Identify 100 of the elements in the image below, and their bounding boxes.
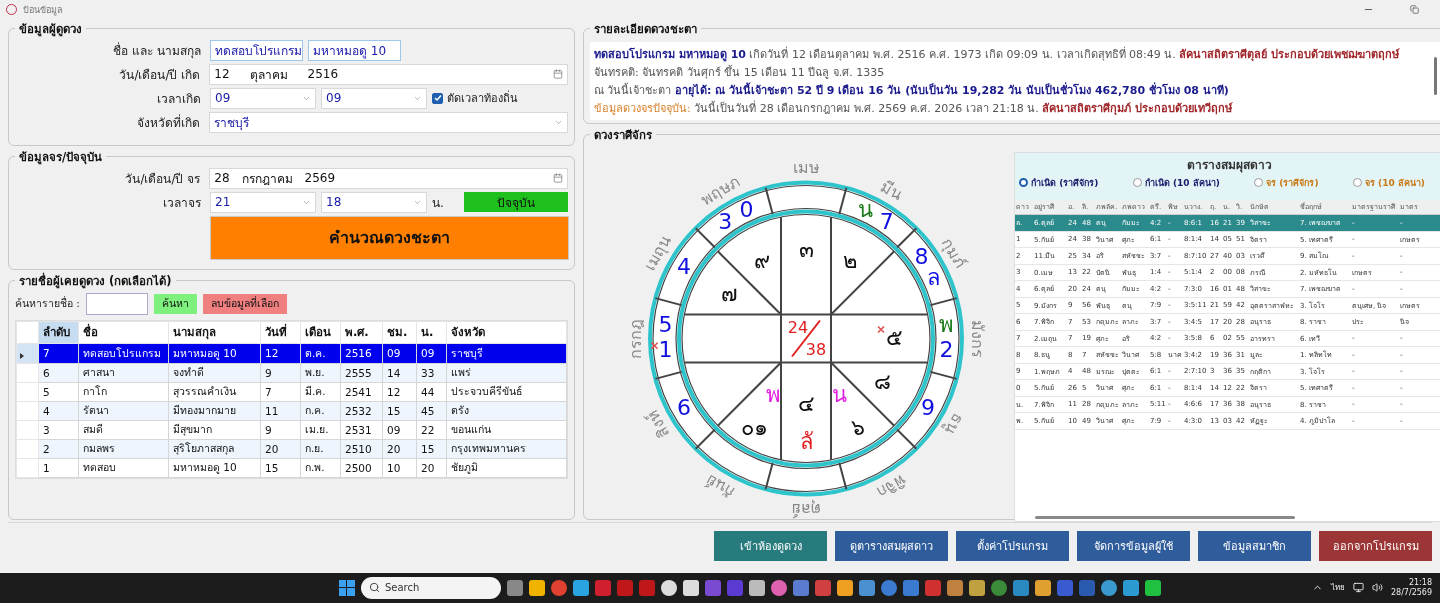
zodiac-label: ตุลย์ — [791, 499, 821, 519]
clock-time[interactable]: 21:18 — [1408, 577, 1432, 588]
column-header[interactable]: จังหวัด — [446, 321, 567, 344]
action-button[interactable]: ดูตารางสมผุสดาว — [835, 530, 948, 561]
house-mark: ๒ — [842, 247, 858, 273]
ring-mark: 9 — [921, 394, 936, 420]
app-icon[interactable] — [661, 579, 677, 596]
speaker-icon[interactable] — [1371, 582, 1383, 594]
search-field[interactable]: Search — [361, 576, 501, 599]
local-time-checkbox[interactable]: ตัดเวลาท้องถิ่น — [432, 89, 518, 108]
calculate-button[interactable]: คำนวณดวงชะตา — [210, 215, 569, 260]
province-combo[interactable]: ราชบุรี — [209, 111, 568, 133]
detail-line: ข้อมูลดวงจรปัจจุบัน: วันนี้เป็นวันที่ 28 เดือนกรกฎาคม พ.ศ. 2569 ค.ศ. 2026 เวลา 21:18 น. ลัคนาสถิตราศีกุมภ์ ประกอบด้วยเทวีฤกษ์ — [594, 99, 1234, 117]
zodiac-label: มีน — [877, 176, 906, 204]
ring-mark: 7 — [879, 208, 894, 234]
action-button[interactable]: เข้าห้องดูดวง — [714, 530, 827, 561]
ring-mark: พ — [938, 311, 954, 337]
now-button[interactable]: ปัจจุบัน — [464, 192, 568, 213]
ring-mark: 1 — [658, 336, 673, 362]
app-icon[interactable] — [683, 579, 699, 596]
clock-date[interactable]: 28/7/2569 — [1390, 587, 1432, 598]
app-icon[interactable] — [947, 579, 963, 596]
column-header[interactable]: ชื่อ — [78, 321, 169, 344]
calendar-icon — [553, 69, 563, 80]
delete-button[interactable]: ลบข้อมูลที่เลือก — [202, 293, 287, 314]
ring-mark: น — [858, 196, 874, 222]
language-indicator[interactable]: ไทย — [1330, 581, 1345, 595]
app-icon[interactable] — [573, 579, 589, 596]
column-header[interactable]: น. — [416, 321, 447, 344]
scrollbar-thumb[interactable] — [1434, 56, 1437, 95]
date-field[interactable]: 28 กรกฎาคม 2569 — [209, 167, 568, 189]
house-mark: ๙ — [754, 247, 770, 273]
search-button[interactable]: ค้นหา — [153, 293, 197, 314]
house-mark: ลั — [799, 428, 813, 454]
column-header[interactable]: วันที่ — [260, 321, 301, 344]
house-mark: ๗ — [721, 280, 739, 306]
column-header[interactable]: เดือน — [300, 321, 341, 344]
radio-icon[interactable] — [1019, 178, 1028, 188]
group-title: ดวงราศีจักร — [593, 126, 653, 144]
column-header[interactable]: พ.ศ. — [340, 321, 383, 344]
field-label: จังหวัดที่เกิด — [136, 113, 202, 132]
column-header[interactable]: นามสกุล — [168, 321, 261, 344]
app-icon[interactable] — [1035, 579, 1051, 596]
action-button[interactable]: ตั้งค่าโปรแกรม — [956, 530, 1069, 561]
column-header[interactable]: ลำดับ — [38, 321, 79, 344]
action-button[interactable]: ออกจากโปรแกรม — [1319, 530, 1432, 561]
field-label: เวลาเกิด — [156, 90, 202, 108]
center-number: 38 — [805, 339, 827, 359]
minute-combo[interactable]: 18 — [321, 191, 427, 213]
ring-mark: 2 — [939, 336, 954, 362]
ring-mark: 3 — [718, 208, 733, 234]
last-name-field[interactable]: มหาหมอดู 10 — [308, 39, 401, 61]
start-icon[interactable] — [339, 579, 355, 596]
scrollbar-thumb[interactable] — [1035, 515, 1295, 519]
app-icon[interactable] — [749, 579, 765, 596]
group-title: รายละเอียดดวงชะตา — [593, 20, 698, 38]
app-icon[interactable] — [529, 579, 545, 596]
ring-mark: 5 — [658, 311, 673, 337]
checkbox[interactable] — [432, 92, 443, 104]
radio-icon[interactable] — [1352, 178, 1362, 188]
group-title: ข้อมูลจร/ปัจจุบัน — [18, 148, 104, 166]
hour-combo[interactable]: 21 — [210, 191, 316, 213]
radio-icon[interactable] — [1254, 178, 1264, 188]
radio-icon[interactable] — [1132, 178, 1142, 188]
action-button[interactable]: จัดการข้อมูลผู้ใช้ — [1077, 530, 1190, 561]
radio-option[interactable]: กำเนิด (ราศีจักร) — [1019, 175, 1099, 190]
search-icon — [369, 582, 380, 594]
house-mark: ๕ — [885, 324, 903, 350]
app-icon[interactable] — [969, 579, 985, 596]
calendar-icon — [553, 173, 563, 184]
zodiac-label: กันย์ — [702, 470, 739, 502]
app-icon[interactable] — [1101, 579, 1117, 596]
field-label: เวลาจร — [162, 194, 202, 212]
ring-mark: 8 — [914, 243, 929, 269]
monitor-icon[interactable] — [1352, 582, 1364, 594]
house-mark: พ — [765, 381, 781, 407]
search-field[interactable] — [85, 292, 148, 315]
app-icon[interactable] — [1123, 579, 1139, 596]
unit-label: น. — [432, 194, 444, 212]
field-label: วัน/เดือน/ปี เกิด — [118, 66, 202, 84]
radio-option[interactable]: กำเนิด (10 ลัคนา) — [1132, 175, 1220, 190]
zodiac-label: พิจิก — [873, 470, 910, 502]
zodiac-label: มังกร — [967, 319, 987, 358]
app-icon[interactable] — [837, 579, 853, 596]
house-mark: น — [831, 381, 847, 407]
app-icon[interactable] — [1145, 579, 1161, 596]
house-mark: ๐๑ — [740, 414, 768, 440]
app-icon[interactable] — [859, 579, 875, 596]
hour-combo[interactable]: 09 — [210, 87, 316, 109]
column-header[interactable]: ชม. — [382, 321, 417, 344]
minute-combo[interactable]: 09 — [321, 87, 427, 109]
group-title: ข้อมูลผู้ดูดวง — [18, 20, 83, 38]
zodiac-label: กรกฎ — [625, 318, 645, 359]
app-icon[interactable] — [771, 579, 787, 596]
detail-line: ณ วันนี้เจ้าชะตา อายุได้: ณ วันนี้เจ้าชะตา 52 ปี 9 เดือน 16 วัน (นับเป็นวัน 19,282 วัน นับเป็นชั่วโมง 462,780 ชั่วโมง 08 นาที) — [594, 81, 1230, 99]
ring-mark: 0 — [739, 196, 754, 222]
date-field[interactable]: 12 ตุลาคม 2516 — [209, 63, 568, 85]
ring-mark: 6 — [676, 394, 691, 420]
action-button[interactable]: ข้อมูลสมาชิก — [1198, 530, 1311, 561]
first-name-field[interactable]: ทดสอบโปรแกรม — [210, 39, 303, 61]
